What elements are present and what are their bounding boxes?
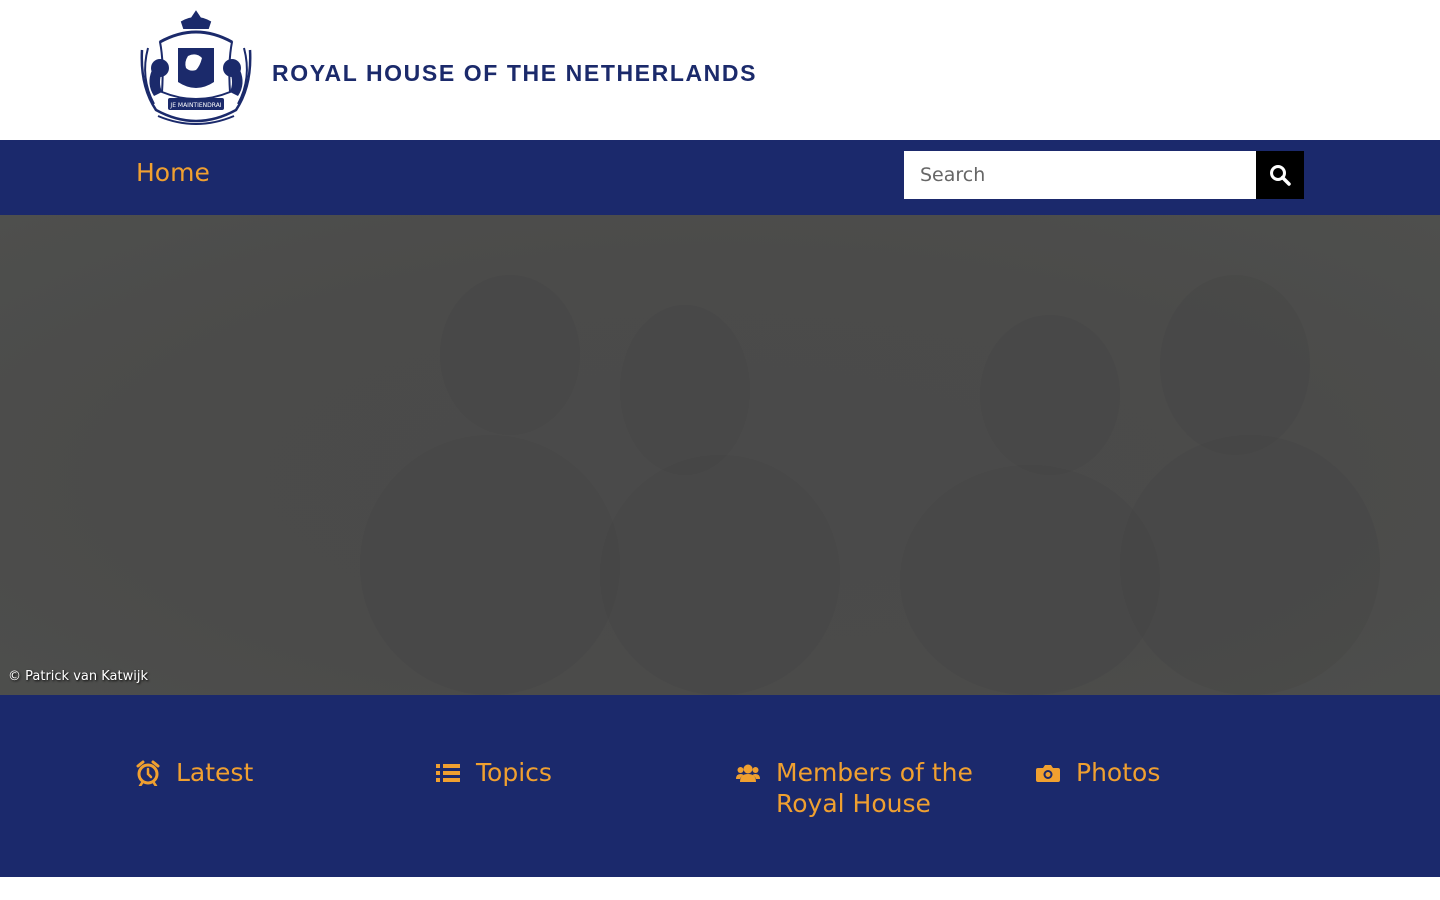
camera-icon — [1036, 759, 1060, 787]
quicklink-latest[interactable]: Latest — [136, 757, 376, 788]
users-icon — [736, 759, 760, 787]
nav-home-link[interactable]: Home — [136, 158, 210, 187]
hero-image — [0, 215, 1440, 695]
quicklink-photos[interactable]: Photos — [1036, 757, 1276, 788]
search-input[interactable] — [904, 151, 1256, 199]
logo-motto: JE MAINTIENDRAI — [169, 102, 221, 109]
site-title[interactable]: ROYAL HOUSE OF THE NETHERLANDS — [272, 60, 757, 87]
quicklink-label: Photos — [1076, 758, 1161, 787]
footer-strip — [0, 877, 1440, 900]
quicklink-label: Topics — [476, 758, 552, 787]
alarm-clock-icon — [136, 759, 160, 787]
search-button[interactable] — [1256, 151, 1304, 199]
photo-credit: © Patrick van Katwijk — [8, 669, 148, 684]
quicklink-members[interactable]: Members of the Royal House — [736, 757, 976, 819]
search-icon — [1270, 165, 1291, 186]
coat-of-arms-icon: JE MAINTIENDRAI — [140, 10, 252, 125]
quicklink-label: Members of the Royal House — [776, 758, 973, 818]
list-icon — [436, 759, 460, 787]
quicklink-label: Latest — [176, 758, 254, 787]
quicklink-topics[interactable]: Topics — [436, 757, 676, 788]
logo-link[interactable]: JE MAINTIENDRAI — [138, 8, 254, 130]
site-header: JE MAINTIENDRAI ROYAL HOUSE OF THE NETHE… — [0, 0, 1440, 140]
